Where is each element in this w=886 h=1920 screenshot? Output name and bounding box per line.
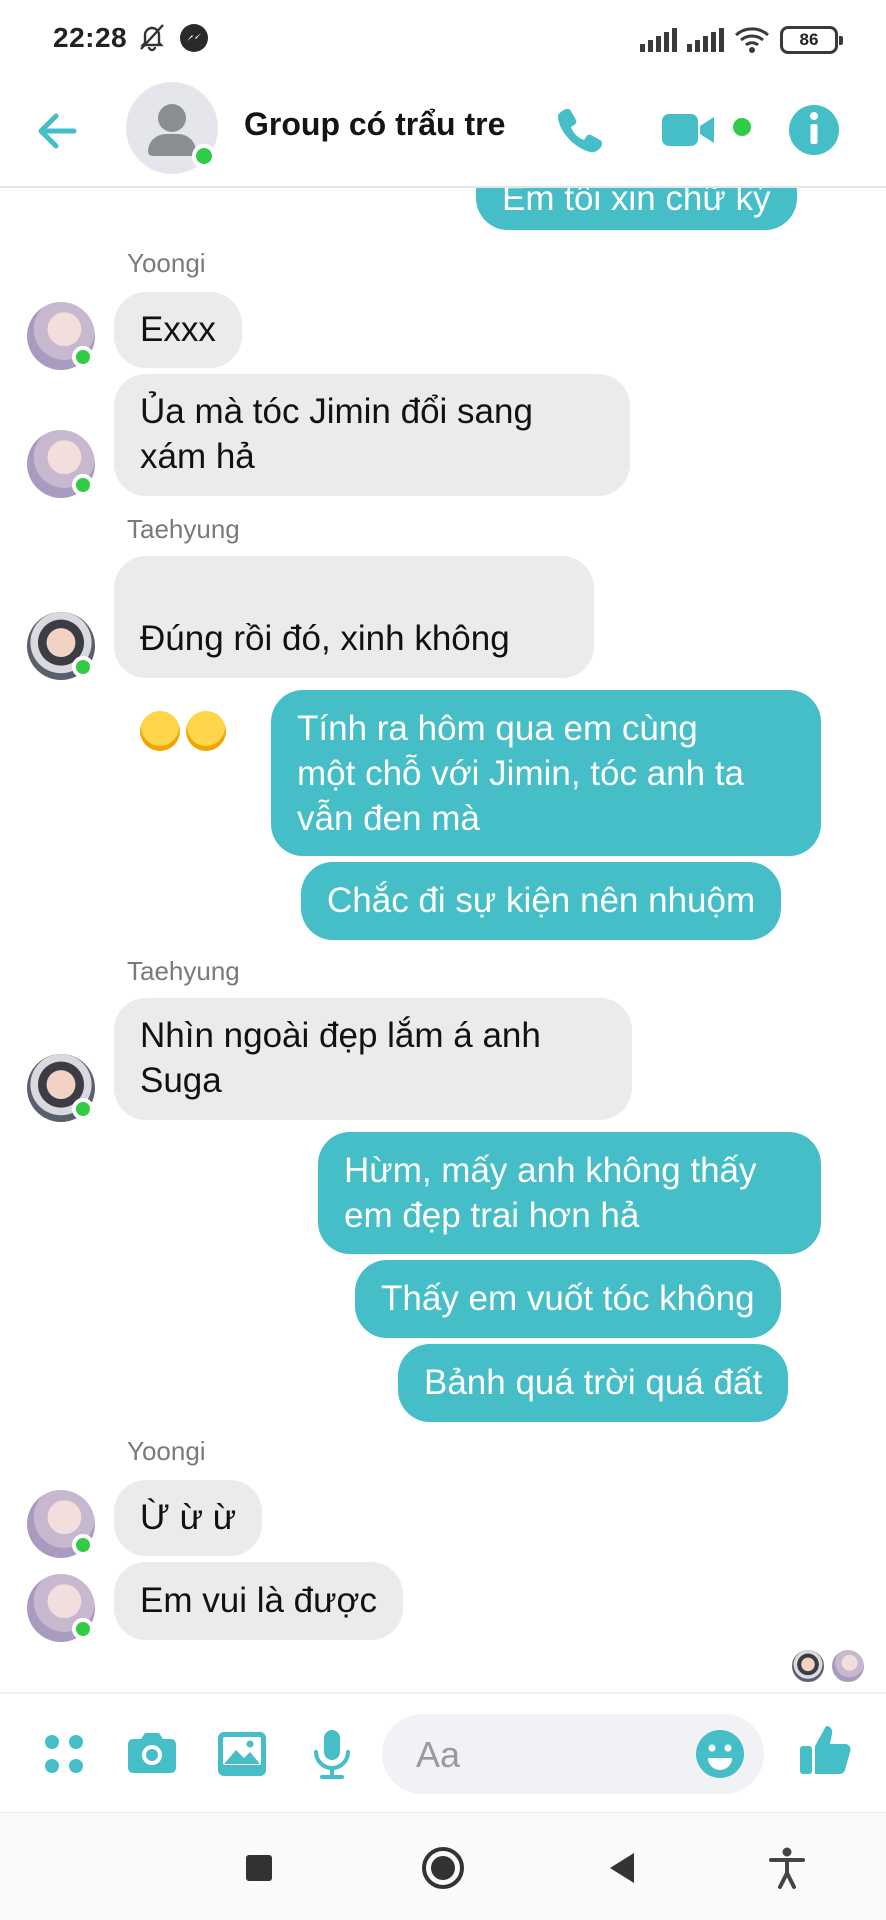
menu-dots-icon[interactable] [34, 1724, 94, 1784]
recent-apps-icon[interactable] [234, 1843, 284, 1893]
active-call-indicator [733, 118, 751, 136]
message-bubble-outgoing[interactable]: Thấy em vuốt tóc không [355, 1260, 781, 1338]
message-bubble-incoming[interactable]: Nhìn ngoài đẹp lắm á anh Suga [114, 998, 632, 1120]
message-bubble-outgoing[interactable]: Chắc đi sự kiện nên nhuộm [301, 862, 782, 940]
system-nav-bar [0, 1812, 886, 1920]
message-bubble-incoming[interactable]: Em vui là được [114, 1562, 404, 1640]
composer-bar: Aa [0, 1692, 886, 1812]
thumbs-up-icon[interactable] [796, 1720, 856, 1780]
sender-name: Taehyung [127, 514, 240, 544]
online-indicator [72, 474, 94, 496]
message-input-placeholder: Aa [416, 1734, 461, 1775]
message-input[interactable]: Aa [382, 1714, 764, 1794]
message-list[interactable]: Em tôi xin chữ ký Yoongi Exxx Ủa mà tóc … [0, 0, 886, 1690]
message-bubble-outgoing[interactable]: Bảnh quá trời quá đất [398, 1344, 789, 1422]
message-bubble-incoming[interactable]: Đúng rồi đó, xinh không [114, 556, 594, 751]
message-bubble-incoming[interactable]: Exxx [114, 292, 242, 368]
microphone-icon[interactable] [302, 1724, 362, 1784]
back-arrow-icon[interactable] [30, 103, 86, 159]
message-bubble-outgoing[interactable]: Hừm, mấy anh không thấy em đẹp trai hơn … [318, 1132, 821, 1254]
gallery-icon[interactable] [212, 1724, 272, 1784]
rofl-emoji [140, 710, 180, 751]
emoji-icon[interactable] [694, 1728, 746, 1780]
message-text: Đúng rồi đó, xinh không [140, 619, 510, 658]
sender-name: Yoongi [127, 248, 206, 278]
online-indicator [72, 1098, 94, 1120]
sender-name: Taehyung [127, 956, 240, 986]
message-bubble-outgoing[interactable]: Tính ra hôm qua em cùng một chỗ với Jimi… [271, 690, 821, 856]
message-bubble-incoming[interactable]: Ủa mà tóc Jimin đổi sang xám hả [114, 374, 630, 496]
camera-icon[interactable] [122, 1724, 182, 1784]
message-bubble-incoming[interactable]: Ừ ừ ừ [114, 1480, 263, 1556]
phone-icon[interactable] [548, 100, 608, 160]
rofl-emoji [186, 710, 226, 751]
online-indicator [192, 144, 216, 168]
chat-header: Group có trẩu tre [0, 78, 886, 188]
online-indicator [72, 1534, 94, 1556]
video-icon[interactable] [658, 100, 718, 160]
seen-avatar-yoongi [830, 1648, 866, 1684]
info-icon[interactable] [784, 100, 844, 160]
online-indicator [72, 1618, 94, 1640]
group-title[interactable]: Group có trẩu tre [244, 106, 505, 143]
online-indicator [72, 656, 94, 678]
home-icon[interactable] [418, 1843, 468, 1893]
seen-avatar-taehyung [790, 1648, 826, 1684]
accessibility-icon[interactable] [762, 1843, 812, 1893]
sender-name: Yoongi [127, 1436, 206, 1466]
online-indicator [72, 346, 94, 368]
back-icon[interactable] [598, 1843, 648, 1893]
